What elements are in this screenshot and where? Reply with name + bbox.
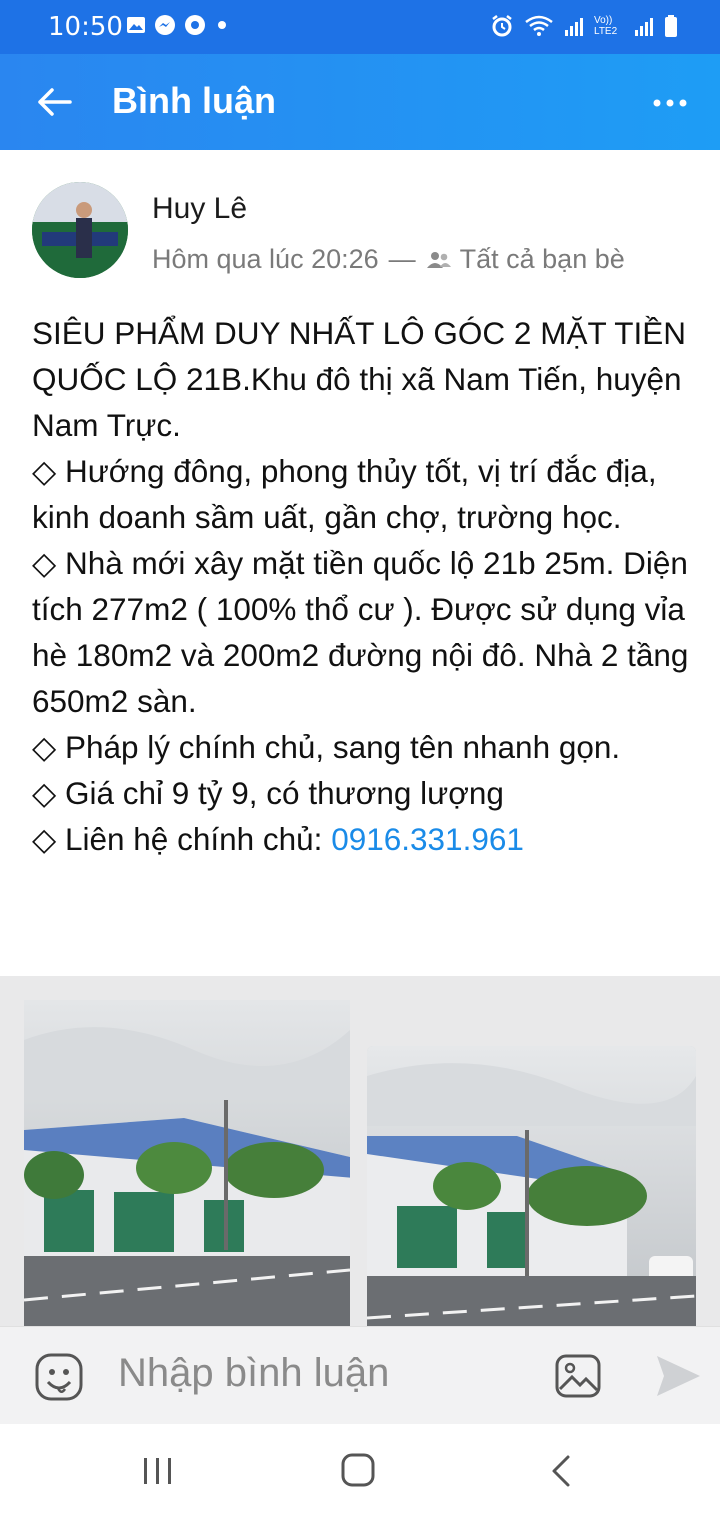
meta-separator: — [388,244,416,274]
battery-icon [665,15,677,37]
dot-icon [218,21,226,29]
app-bar: Bình luận [0,54,720,150]
gallery-icon [127,17,145,33]
emoji-icon[interactable] [34,1352,84,1402]
photo-gallery [0,976,720,1326]
post-timestamp[interactable]: Hôm qua lúc 20:26 [152,244,379,275]
post-line: ◇ Pháp lý chính chủ, sang tên nhanh gọn. [32,729,621,765]
post-line: ◇ Giá chỉ 9 tỷ 9, có thương lượng [32,775,504,811]
post-photo[interactable] [367,1046,696,1326]
vpn-icon [185,15,205,35]
system-nav-bar [0,1424,720,1520]
post-contact: ◇ Liên hệ chính chủ: 0916.331.961 [32,816,696,862]
page-title: Bình luận [112,80,276,121]
post-meta: Hôm qua lúc 20:26 — Tất cả bạn bè [152,244,625,275]
status-time: 10:50 [48,12,123,42]
messenger-icon [155,15,175,35]
status-bar: 10:50 Vo)) LTE2 [0,0,720,54]
avatar[interactable] [32,182,128,278]
contact-phone-link[interactable]: 0916.331.961 [331,821,524,857]
alarm-icon [492,15,512,37]
post-line: ◇ Nhà mới xây mặt tiền quốc lộ 21b 25m. … [32,545,689,719]
network-label: Vo)) LTE2 [594,15,618,37]
wifi-icon [525,15,553,36]
post-body: SIÊU PHẨM DUY NHẤT LÔ GÓC 2 MẶT TIỀN QUỐ… [32,310,696,862]
send-icon[interactable] [654,1353,702,1399]
home-icon[interactable] [340,1452,376,1488]
post-audience: Tất cả bạn bè [459,244,625,274]
back-arrow-icon[interactable] [34,82,74,122]
signal-icon [635,18,653,36]
post-line: ◇ Hướng đông, phong thủy tốt, vị trí đắc… [32,453,657,535]
signal-icon [565,18,583,36]
comment-input[interactable]: Nhập bình luận [118,1351,389,1396]
post-photo[interactable] [24,1000,350,1326]
post-author[interactable]: Huy Lê [152,192,247,226]
recent-apps-icon[interactable] [140,1456,176,1486]
more-icon[interactable] [652,98,688,108]
comment-composer: Nhập bình luận [0,1326,720,1425]
post-line: SIÊU PHẨM DUY NHẤT LÔ GÓC 2 MẶT TIỀN QUỐ… [32,315,687,443]
contact-label: ◇ Liên hệ chính chủ: [32,821,332,857]
image-icon[interactable] [554,1353,602,1399]
back-icon[interactable] [548,1454,574,1488]
friends-icon [426,251,451,268]
